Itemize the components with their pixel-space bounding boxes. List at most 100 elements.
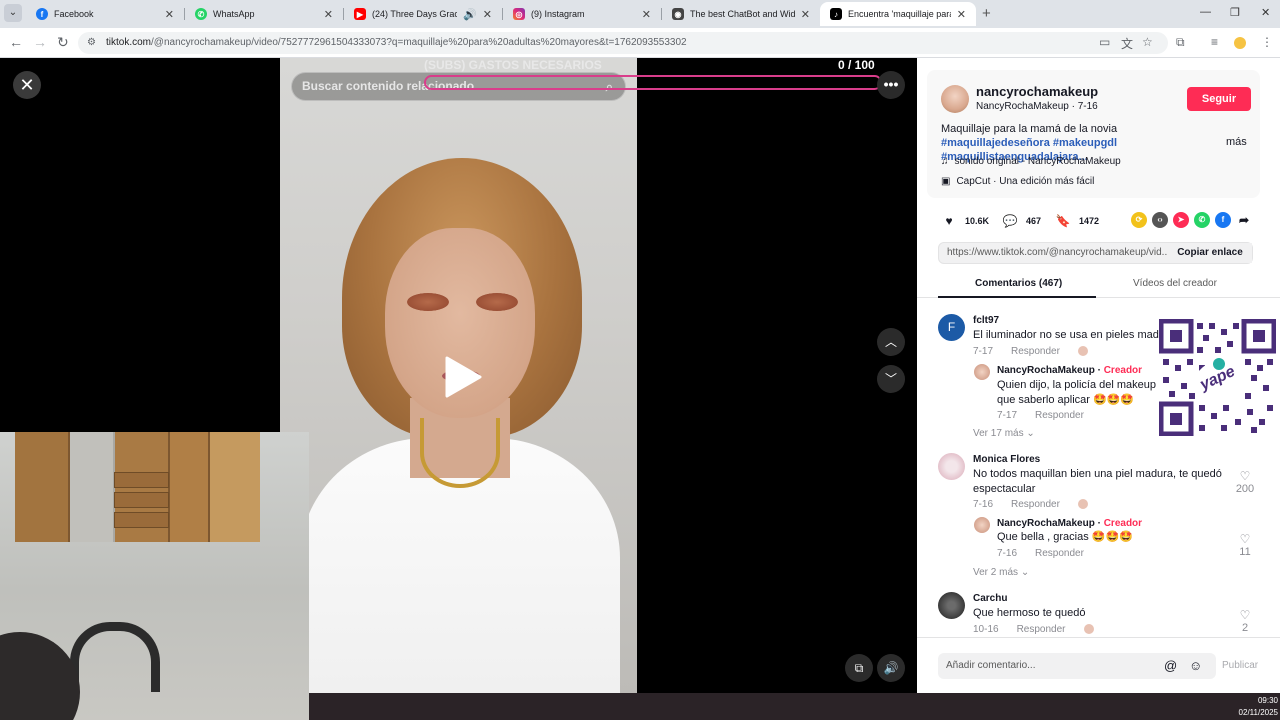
capcut-row[interactable]: ▣ CapCut · Una edición más fácil	[941, 176, 1094, 187]
video-subject-eye	[476, 293, 518, 311]
new-tab-button[interactable]: +	[982, 5, 991, 22]
comment-meta: 7-17 Responder	[973, 346, 1088, 357]
site-info-icon[interactable]: ⚙	[87, 32, 96, 54]
play-icon[interactable]	[443, 355, 483, 399]
creator-liked-avatar	[1083, 624, 1094, 634]
window-close-icon[interactable]: ✕	[1261, 6, 1270, 19]
volume-icon[interactable]: 🔊	[877, 654, 905, 682]
comment-meta: 10-16 Responder	[973, 624, 1094, 635]
tab-search-button[interactable]: ⌄	[4, 4, 22, 22]
copy-link-button[interactable]: Copiar enlace	[1168, 243, 1252, 263]
facebook-share-icon[interactable]: f	[1215, 212, 1231, 228]
embed-icon[interactable]: ‹›	[1152, 212, 1168, 228]
comment-like[interactable]: ♡ 2	[1230, 608, 1260, 634]
view-more-replies[interactable]: Ver 2 más ⌄	[973, 567, 1029, 578]
reply-meta: 7-16 Responder	[997, 548, 1084, 559]
reply-text: Que bella , gracias 🤩🤩🤩	[997, 531, 1133, 543]
publish-button[interactable]: Publicar	[1222, 660, 1258, 671]
avatar[interactable]	[974, 517, 990, 533]
system-clock: 09:30 02/11/2025	[1238, 696, 1278, 717]
reply-button[interactable]: Responder	[1035, 410, 1084, 421]
close-icon[interactable]: ✕	[957, 8, 966, 21]
reply-button[interactable]: Responder	[1011, 499, 1060, 510]
close-video-button[interactable]: ✕	[13, 71, 41, 99]
tab-instagram[interactable]: ◎ (9) Instagram ✕	[503, 2, 661, 26]
more-link[interactable]: más	[1226, 136, 1247, 148]
follow-button[interactable]: Seguir	[1187, 87, 1251, 111]
reply-button[interactable]: Responder	[1017, 624, 1066, 635]
comment-meta: 7-16 Responder	[973, 499, 1088, 510]
like-stat[interactable]: ♥ 10.6K	[941, 213, 989, 229]
sound-row[interactable]: ♫ sonido original - NancyRochaMakeup	[941, 156, 1121, 167]
webcam-overlay	[0, 432, 309, 720]
save-stat[interactable]: 🔖 1472	[1055, 213, 1100, 229]
heart-outline-icon: ♡	[1239, 532, 1251, 546]
tab-youtube[interactable]: ▶ (24) Three Days Grace - I H 🔊 ✕	[344, 2, 502, 26]
send-to-friends-icon[interactable]: ➤	[1173, 212, 1189, 228]
tab-creator-videos[interactable]: Vídeos del creador	[1133, 278, 1217, 289]
youtube-icon: ▶	[354, 8, 366, 20]
reply-button[interactable]: Responder	[1011, 346, 1060, 357]
reply-like[interactable]: ♡ 11	[1230, 532, 1260, 558]
close-icon[interactable]: ✕	[165, 8, 174, 21]
profile-avatar[interactable]	[1234, 37, 1246, 49]
close-icon[interactable]: ✕	[642, 8, 651, 21]
webcam-drawer	[114, 512, 169, 528]
comment-username[interactable]: Monica Flores	[973, 454, 1040, 465]
comment-like[interactable]: ♡ 200	[1230, 469, 1260, 495]
close-icon[interactable]: ✕	[483, 8, 492, 21]
repost-icon[interactable]: ⟳	[1131, 212, 1147, 228]
reply-username[interactable]: NancyRochaMakeup · Creador	[997, 518, 1142, 529]
previous-video-chevron-up-icon[interactable]: ︿	[877, 328, 905, 356]
tab-whatsapp[interactable]: ✆ WhatsApp ✕	[185, 2, 343, 26]
avatar[interactable]	[974, 364, 990, 380]
view-more-replies[interactable]: Ver 17 más ⌄	[973, 428, 1035, 439]
tab-chatbot[interactable]: ◉ The best ChatBot and Widgets ✕	[662, 2, 820, 26]
back-arrow-icon[interactable]: ←	[9, 34, 23, 50]
menu-kebab-icon[interactable]: ⋮	[1261, 35, 1273, 49]
whatsapp-share-icon[interactable]: ✆	[1194, 212, 1210, 228]
translate-icon[interactable]: 文	[1121, 35, 1133, 52]
avatar[interactable]: F	[938, 314, 965, 341]
extensions-icon[interactable]: ⧉	[1176, 35, 1185, 50]
emoji-icon[interactable]: ☺	[1189, 658, 1202, 673]
minimize-icon[interactable]: —	[1200, 6, 1211, 18]
reply-button[interactable]: Responder	[1035, 548, 1084, 559]
close-icon[interactable]: ✕	[801, 8, 810, 21]
mention-icon[interactable]: @	[1164, 658, 1177, 673]
maximize-icon[interactable]: ❐	[1230, 6, 1240, 19]
comment-username[interactable]: Carchu	[973, 593, 1007, 604]
reading-list-icon[interactable]: ≡	[1211, 35, 1218, 49]
hashtag-link[interactable]: #makeupgdl	[1053, 137, 1117, 149]
avatar[interactable]	[938, 592, 965, 619]
comment-stat[interactable]: 💬 467	[1002, 213, 1042, 229]
more-options-icon[interactable]: •••	[877, 71, 905, 99]
comment-username[interactable]: fclt97	[973, 315, 999, 326]
share-arrow-icon[interactable]: ➦	[1236, 212, 1252, 228]
tab-comments[interactable]: Comentarios (467)	[975, 278, 1062, 289]
avatar[interactable]	[938, 453, 965, 480]
heart-outline-icon: ♡	[1239, 469, 1251, 483]
browser-toolbar: ← → ↻ ⚙ tiktok.com/@nancyrochamakeup/vid…	[0, 28, 1280, 58]
floating-player-icon[interactable]: ⧉	[845, 654, 873, 682]
address-bar[interactable]: ⚙ tiktok.com/@nancyrochamakeup/video/752…	[78, 32, 1168, 54]
creator-liked-avatar	[1077, 499, 1088, 509]
hashtag-link[interactable]: #maquillajedeseñora	[941, 137, 1050, 149]
next-video-chevron-down-icon[interactable]: ﹀	[877, 365, 905, 393]
webcam-drawer	[114, 472, 169, 488]
webcam-cabinet	[70, 432, 115, 542]
chevron-down-icon: ⌄	[1020, 567, 1030, 578]
close-icon[interactable]: ✕	[324, 8, 333, 21]
bookmark-star-icon[interactable]: ☆	[1142, 35, 1153, 49]
reload-icon[interactable]: ↻	[57, 34, 69, 51]
forward-arrow-icon[interactable]: →	[33, 34, 47, 50]
speaker-icon[interactable]: 🔊	[463, 8, 477, 21]
avatar[interactable]	[941, 85, 969, 113]
comment-text: Que hermoso te quedó	[973, 607, 1086, 619]
comment-text: El iluminador no se usa en pieles mad	[973, 329, 1159, 341]
tab-facebook[interactable]: f Facebook ✕	[26, 2, 184, 26]
username[interactable]: nancyrochamakeup	[976, 84, 1098, 99]
tab-tiktok-active[interactable]: ♪ Encuentra 'maquillaje para adu ✕	[820, 2, 976, 26]
reply-username[interactable]: NancyRochaMakeup · Creador	[997, 365, 1142, 376]
cast-icon[interactable]: ▭	[1099, 35, 1110, 49]
